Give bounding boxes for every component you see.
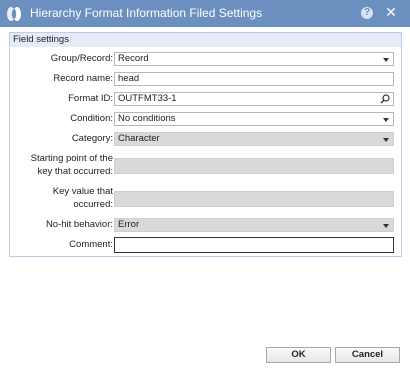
chevron-down-icon — [383, 138, 389, 142]
no-hit-label: No-hit behavior: — [45, 219, 113, 230]
cancel-button[interactable]: Cancel — [335, 347, 400, 363]
key-value-label-line2: occurred: — [73, 199, 113, 210]
no-hit-value: Error — [118, 219, 140, 230]
condition-label: Condition: — [70, 113, 113, 124]
chevron-down-icon — [383, 58, 389, 62]
comment-input[interactable] — [114, 237, 394, 253]
key-value-input — [114, 191, 394, 207]
panel-header: Field settings — [10, 33, 401, 47]
search-icon[interactable] — [380, 94, 390, 104]
format-id-label: Format ID: — [68, 93, 113, 104]
app-logo-icon — [7, 7, 21, 21]
group-record-select[interactable]: Record — [114, 52, 394, 66]
group-record-value: Record — [118, 53, 149, 64]
group-record-label: Group/Record: — [50, 53, 113, 64]
ok-button[interactable]: OK — [266, 347, 331, 363]
start-point-label-line1: Starting point of the — [30, 153, 113, 164]
format-id-value: OUTFMT33-1 — [118, 93, 177, 104]
category-select: Character — [114, 132, 394, 146]
format-id-input[interactable]: OUTFMT33-1 — [114, 92, 394, 106]
title-bar: Hierarchy Format Information Filed Setti… — [0, 0, 410, 27]
condition-select[interactable]: No conditions — [114, 112, 394, 126]
record-name-label: Record name: — [53, 73, 113, 84]
help-icon[interactable]: ? — [361, 7, 373, 19]
no-hit-select: Error — [114, 218, 394, 232]
window-title: Hierarchy Format Information Filed Setti… — [30, 6, 263, 20]
close-icon[interactable]: ✕ — [384, 4, 398, 20]
chevron-down-icon — [383, 118, 389, 122]
category-value: Character — [118, 133, 160, 144]
condition-value: No conditions — [118, 113, 176, 124]
category-label: Category: — [71, 133, 113, 144]
start-point-label-line2: key that occurred: — [37, 166, 113, 177]
comment-label: Comment: — [69, 239, 113, 250]
start-point-input — [114, 158, 394, 174]
key-value-label-line1: Key value that — [52, 186, 113, 197]
chevron-down-icon — [383, 224, 389, 228]
field-settings-panel: Field settings Group/Record: Record Reco… — [9, 32, 402, 257]
record-name-input[interactable]: head — [114, 72, 394, 86]
